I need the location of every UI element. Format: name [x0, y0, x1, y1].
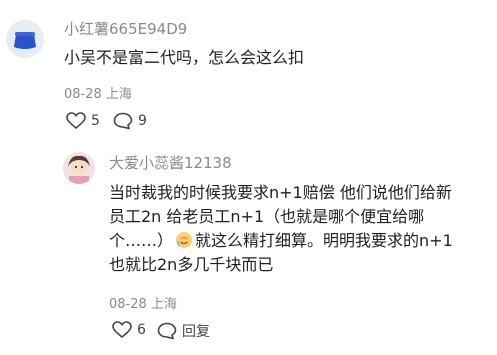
like-button[interactable]: 5 — [66, 112, 100, 130]
reply-count: 9 — [138, 113, 147, 129]
like-count: 6 — [137, 322, 146, 338]
reply-line-segment: 个……） — [109, 231, 174, 250]
reply-button[interactable]: 回复 — [157, 321, 210, 341]
comment-text: 小吴不是富二代吗，怎么会这么扣 — [64, 48, 305, 67]
like-button[interactable]: 6 — [112, 321, 146, 339]
reply-label: 回复 — [182, 324, 210, 340]
comment-icon — [157, 322, 177, 340]
reply-count-button[interactable]: 9 — [113, 112, 147, 130]
avatar[interactable] — [6, 20, 44, 58]
crying-emoji-icon — [175, 231, 193, 249]
comment-username[interactable]: 小红薯665E94D9 — [64, 18, 187, 39]
heart-icon — [66, 112, 86, 130]
reply-line: 当时裁我的时候我要求n+1赔偿 他们说他们给新 — [109, 183, 452, 202]
reply-line: 个……） 就这么精打细算。明明我要求的n+1 — [109, 229, 497, 253]
reply-meta: 08-28 上海 — [109, 297, 177, 312]
avatar[interactable] — [63, 152, 95, 184]
reply-username[interactable]: 大爱小蕊酱12138 — [109, 152, 232, 173]
reply-line: 也就比2n多几千块而已 — [109, 255, 274, 274]
heart-icon — [112, 321, 132, 339]
comment-meta: 08-28 上海 — [64, 87, 132, 102]
reply-line-segment: 就这么精打细算。明明我要求的n+1 — [195, 231, 453, 250]
reply-line: 员工2n 给老员工n+1（也就是哪个便宜给哪 — [109, 207, 425, 226]
comment-icon — [113, 112, 133, 130]
like-count: 5 — [91, 113, 100, 129]
reply-text: 当时裁我的时候我要求n+1赔偿 他们说他们给新 员工2n 给老员工n+1（也就是… — [109, 181, 497, 277]
